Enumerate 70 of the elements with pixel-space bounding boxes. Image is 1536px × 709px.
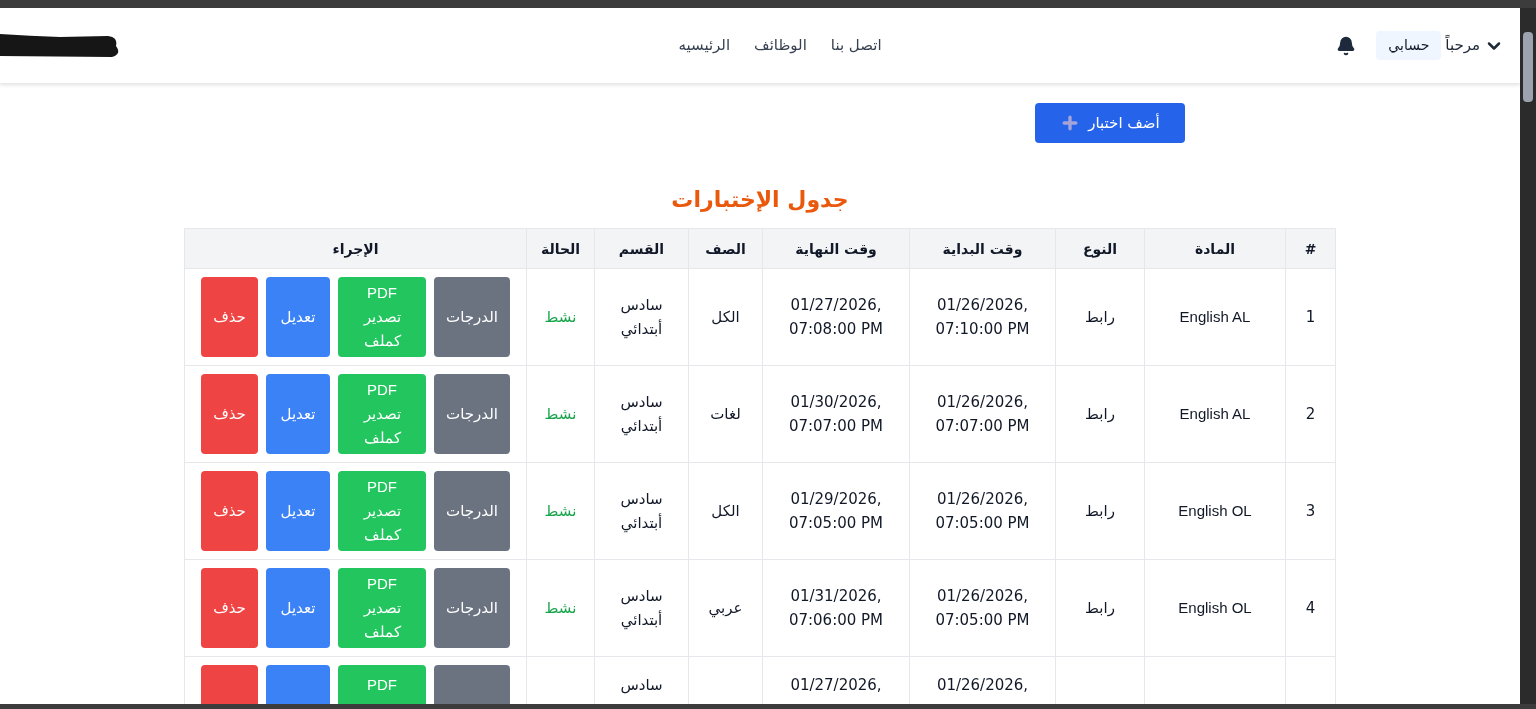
export-pdf-button[interactable]: PDF تصدير كملف bbox=[338, 277, 426, 357]
column-header: النوع bbox=[1082, 240, 1118, 257]
column-header: الصف bbox=[705, 240, 746, 257]
add-test-button[interactable]: أضف اختبار bbox=[1035, 103, 1185, 143]
edit-button[interactable]: تعديل bbox=[266, 374, 330, 454]
export-pdf-button[interactable]: PDF تصدير كملف bbox=[338, 374, 426, 454]
table-cell-text: 01/26/2026, bbox=[936, 675, 1029, 696]
nav-link[interactable]: الرئيسيه bbox=[678, 34, 731, 57]
table-cell-text: رابط bbox=[1085, 404, 1115, 425]
delete-button[interactable]: حذف bbox=[201, 374, 258, 454]
column-header: # bbox=[1304, 240, 1317, 257]
status-text: نشط bbox=[544, 501, 577, 522]
table-cell-text: سادس أبتدائي bbox=[619, 392, 664, 438]
table-cell-text: سادس أبتدائي bbox=[619, 586, 664, 632]
table-cell-text: 01/26/2026, 07:07:00 PM bbox=[934, 392, 1031, 437]
table-cell-text: English OL bbox=[1178, 501, 1252, 521]
page-title: جدول الإختبارات bbox=[671, 186, 849, 215]
table-cell-text: الكل bbox=[711, 307, 740, 328]
delete-button[interactable]: حذف bbox=[201, 568, 258, 648]
delete-button[interactable]: حذف bbox=[201, 471, 258, 551]
nav-link[interactable]: الوظائف bbox=[754, 34, 807, 57]
column-header: المادة bbox=[1194, 240, 1236, 257]
column-header: وقت البداية bbox=[942, 240, 1023, 257]
table-cell-text: الكل bbox=[711, 501, 740, 522]
table-cell-text: 3 bbox=[1305, 501, 1316, 522]
table-cell-text: عربي bbox=[708, 598, 743, 620]
edit-button[interactable]: تعديل bbox=[266, 277, 330, 357]
column-header: الحالة bbox=[540, 240, 581, 257]
grades-button[interactable]: الدرجات bbox=[434, 374, 510, 454]
grades-button[interactable]: الدرجات bbox=[434, 471, 510, 551]
table-cell-text: رابط bbox=[1085, 598, 1115, 619]
table-cell-text: English OL bbox=[1178, 598, 1252, 618]
export-pdf-button[interactable]: PDF تصدير كملف bbox=[338, 471, 426, 551]
table-cell-text: رابط bbox=[1085, 307, 1115, 328]
table-cell-text: سادس bbox=[620, 675, 663, 696]
status-text: نشط bbox=[544, 404, 577, 425]
table-cell-text: 01/27/2026, 07:08:00 PM bbox=[787, 295, 885, 340]
account-button[interactable]: حسابي bbox=[1376, 31, 1442, 60]
export-pdf-button[interactable]: PDF تصدير كملف bbox=[338, 568, 426, 648]
table-cell-text: سادس أبتدائي bbox=[619, 489, 664, 535]
edit-button[interactable]: تعديل bbox=[266, 568, 330, 648]
table-cell-text: 2 bbox=[1305, 404, 1316, 425]
table-cell-text: English AL bbox=[1179, 307, 1251, 327]
table-cell-text: 01/26/2026, 07:10:00 PM bbox=[934, 295, 1031, 340]
notification-bell-icon[interactable] bbox=[1336, 35, 1357, 56]
table-cell-text: 1 bbox=[1305, 307, 1316, 328]
table-cell-text: 01/30/2026, 07:07:00 PM bbox=[787, 392, 885, 437]
table-cell-text: 01/26/2026, 07:05:00 PM bbox=[934, 489, 1031, 534]
nav-link[interactable]: اتصل بنا bbox=[830, 34, 882, 57]
table-cell-text: 01/27/2026, bbox=[790, 675, 882, 696]
table-cell-text: 01/31/2026, 07:06:00 PM bbox=[787, 586, 885, 631]
grades-button[interactable]: الدرجات bbox=[434, 568, 510, 648]
edit-button[interactable]: تعديل bbox=[266, 471, 330, 551]
table-cell-text: 4 bbox=[1305, 598, 1316, 619]
delete-button[interactable]: حذف bbox=[201, 277, 258, 357]
scrollbar-thumb[interactable] bbox=[1523, 32, 1533, 102]
status-text: نشط bbox=[544, 307, 577, 328]
column-header: الإجراء bbox=[332, 240, 379, 257]
table-cell-text: سادس أبتدائي bbox=[619, 295, 664, 341]
table-cell-text: 01/26/2026, 07:05:00 PM bbox=[934, 586, 1031, 631]
table-cell-text: English AL bbox=[1179, 404, 1251, 424]
table-cell-text: 01/29/2026, 07:05:00 PM bbox=[787, 489, 885, 534]
status-text: نشط bbox=[544, 598, 577, 619]
greeting-text: مرحباً bbox=[1445, 34, 1480, 57]
table-cell-text: رابط bbox=[1085, 501, 1115, 522]
export-pdf-button[interactable]: PDF bbox=[337, 665, 427, 704]
column-header: القسم bbox=[618, 240, 665, 257]
table-cell-text: لغات bbox=[710, 404, 741, 425]
column-header: وقت النهاية bbox=[795, 240, 877, 257]
grades-button[interactable]: الدرجات bbox=[434, 277, 510, 357]
